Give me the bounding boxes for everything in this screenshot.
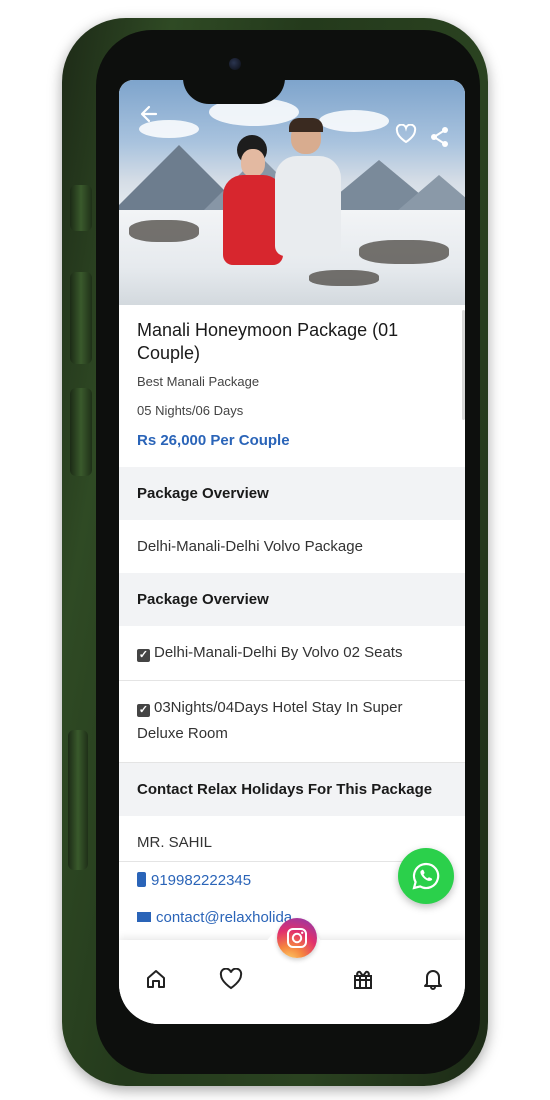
nav-notifications-button[interactable] bbox=[418, 964, 448, 994]
instagram-icon bbox=[287, 928, 307, 948]
nav-home-button[interactable] bbox=[141, 964, 171, 994]
package-details: Manali Honeymoon Package (01 Couple) Bes… bbox=[119, 305, 465, 936]
package-title: Manali Honeymoon Package (01 Couple) bbox=[137, 320, 399, 364]
phone-volume-down bbox=[70, 388, 92, 476]
package-duration: 05 Nights/06 Days bbox=[137, 402, 244, 418]
whatsapp-icon bbox=[412, 862, 440, 890]
inclusion-item: ✓ 03Nights/04Days Hotel Stay In Super Del… bbox=[119, 681, 465, 763]
phone-volume-up bbox=[70, 272, 92, 364]
whatsapp-fab-button[interactable] bbox=[398, 848, 454, 904]
front-camera bbox=[229, 58, 241, 70]
checkbox-checked-icon: ✓ bbox=[137, 704, 150, 718]
overview-heading: Package Overview bbox=[119, 466, 465, 520]
package-summary-card: Manali Honeymoon Package (01 Couple) Bes… bbox=[119, 305, 465, 467]
gift-icon bbox=[354, 970, 372, 989]
favorite-heart-icon[interactable] bbox=[395, 123, 417, 149]
inclusion-item: ✓ Delhi-Manali-Delhi By Volvo 02 Seats bbox=[119, 625, 465, 682]
share-icon[interactable] bbox=[430, 126, 450, 153]
contact-email-address: contact@relaxholida bbox=[156, 908, 293, 926]
nav-offers-button[interactable] bbox=[348, 964, 378, 994]
nav-favorites-button[interactable] bbox=[216, 964, 246, 994]
phone-side-grip bbox=[68, 730, 88, 870]
inclusions-heading: Package Overview bbox=[119, 572, 465, 626]
bottom-navigation bbox=[119, 918, 465, 1024]
inclusion-item-label: 03Nights/04Days Hotel Stay In Super Delu… bbox=[137, 699, 403, 743]
nav-instagram-button[interactable] bbox=[277, 918, 317, 958]
inclusion-item-label: Delhi-Manali-Delhi By Volvo 02 Seats bbox=[154, 643, 403, 661]
package-category: Best Manali Package bbox=[137, 373, 260, 389]
hero-person-man bbox=[269, 118, 349, 297]
bell-icon bbox=[424, 970, 442, 990]
phone-side-button bbox=[70, 185, 92, 231]
contact-heading: Contact Relax Holidays For This Package bbox=[119, 762, 465, 816]
phone-notch bbox=[183, 48, 285, 104]
package-price: Rs 26,000 Per Couple bbox=[137, 431, 290, 449]
home-icon bbox=[147, 970, 165, 988]
app-screen: Manali Honeymoon Package (01 Couple) Bes… bbox=[119, 80, 465, 1024]
overview-text: Delhi-Manali-Delhi Volvo Package bbox=[119, 519, 465, 573]
heart-icon bbox=[219, 968, 243, 990]
back-arrow-icon[interactable] bbox=[139, 104, 159, 129]
envelope-icon bbox=[137, 911, 151, 922]
checkbox-checked-icon: ✓ bbox=[137, 648, 150, 662]
scrollbar[interactable] bbox=[462, 310, 465, 420]
package-hero-image bbox=[119, 80, 465, 305]
contact-phone-number: 919982222345 bbox=[151, 871, 252, 889]
contact-person-name: MR. SAHIL bbox=[119, 816, 405, 862]
mobile-phone-icon bbox=[137, 871, 146, 887]
